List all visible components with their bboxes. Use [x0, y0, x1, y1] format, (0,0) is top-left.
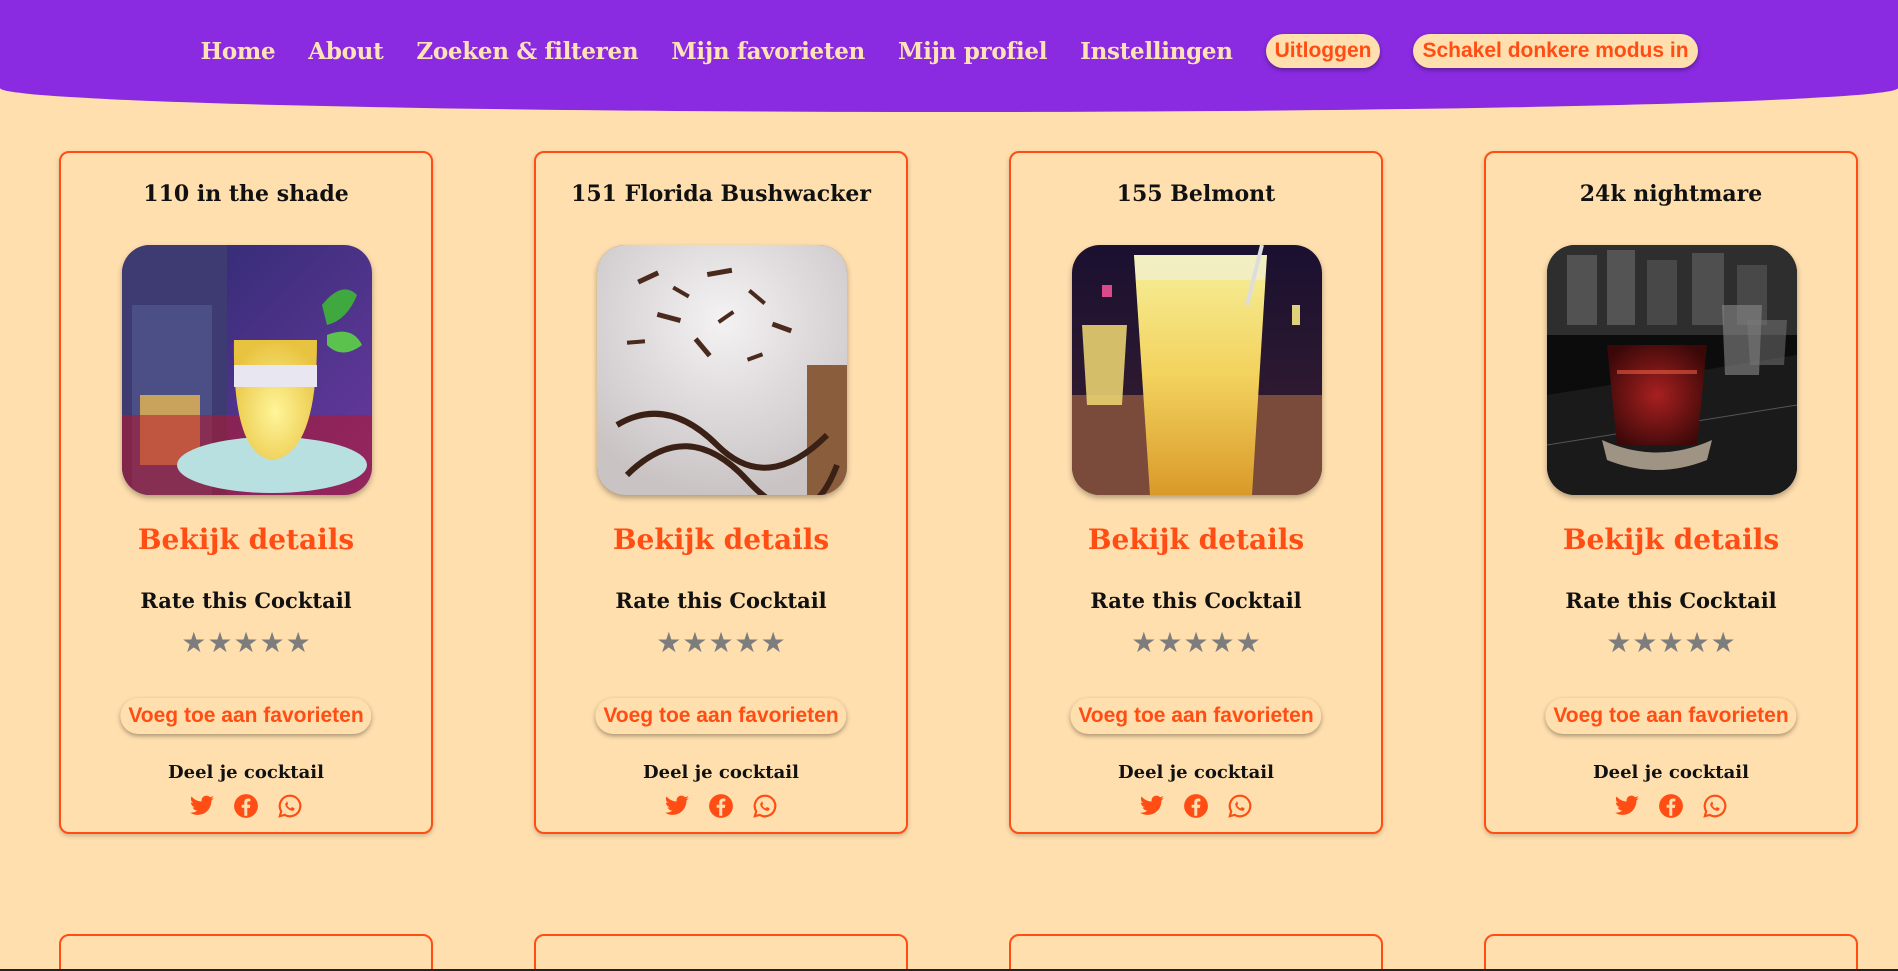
- cocktail-photo-110-in-the-shade: [122, 245, 372, 495]
- dark-mode-toggle-button[interactable]: Schakel donkere modus in: [1413, 34, 1698, 68]
- rate-label: Rate this Cocktail: [1565, 588, 1777, 613]
- view-details-link[interactable]: Bekijk details: [536, 523, 906, 556]
- share-icons: [536, 793, 906, 819]
- nav-favorites-link[interactable]: Mijn favorieten: [671, 38, 865, 65]
- cocktail-card-partial: [1009, 934, 1383, 971]
- nav-search-filter-link[interactable]: Zoeken & filteren: [416, 38, 638, 65]
- cocktail-image[interactable]: [597, 245, 847, 495]
- share-icons: [61, 793, 431, 819]
- cocktail-image[interactable]: [122, 245, 372, 495]
- twitter-icon[interactable]: [189, 793, 215, 819]
- star-icon[interactable]: ★: [181, 629, 206, 657]
- add-to-favorites-button[interactable]: Voeg toe aan favorieten: [1070, 698, 1322, 734]
- cocktail-title: 24k nightmare: [1579, 181, 1763, 207]
- share-icons: [1486, 793, 1856, 819]
- add-to-favorites-button[interactable]: Voeg toe aan favorieten: [120, 698, 372, 734]
- star-icon[interactable]: ★: [207, 629, 232, 657]
- star-icon[interactable]: ★: [656, 629, 681, 657]
- share-label: Deel je cocktail: [168, 762, 324, 783]
- logout-button[interactable]: Uitloggen: [1265, 34, 1381, 68]
- nav-settings-link[interactable]: Instellingen: [1080, 38, 1233, 65]
- cocktail-photo-151-florida-bushwacker: [597, 245, 847, 495]
- share-label: Deel je cocktail: [1593, 762, 1749, 783]
- cocktail-title: 155 Belmont: [1116, 181, 1276, 207]
- star-icon[interactable]: ★: [1606, 629, 1631, 657]
- facebook-icon[interactable]: [233, 793, 259, 819]
- share-label: Deel je cocktail: [1118, 762, 1274, 783]
- star-icon[interactable]: ★: [1210, 629, 1235, 657]
- star-icon[interactable]: ★: [682, 629, 707, 657]
- view-details-link[interactable]: Bekijk details: [1011, 523, 1381, 556]
- star-icon[interactable]: ★: [1632, 629, 1657, 657]
- cocktail-card-partial: [1484, 934, 1858, 971]
- whatsapp-icon[interactable]: [277, 793, 303, 819]
- twitter-icon[interactable]: [664, 793, 690, 819]
- whatsapp-icon[interactable]: [1227, 793, 1253, 819]
- facebook-icon[interactable]: [1658, 793, 1684, 819]
- star-rating: ★ ★ ★ ★ ★: [1011, 629, 1381, 657]
- cocktail-image[interactable]: [1072, 245, 1322, 495]
- rate-label: Rate this Cocktail: [140, 588, 352, 613]
- star-icon[interactable]: ★: [761, 629, 786, 657]
- star-icon[interactable]: ★: [260, 629, 285, 657]
- cocktail-title: 151 Florida Bushwacker: [571, 181, 871, 207]
- facebook-icon[interactable]: [708, 793, 734, 819]
- star-icon[interactable]: ★: [1236, 629, 1261, 657]
- page: Home About Zoeken & filteren Mijn favori…: [0, 0, 1898, 971]
- cocktail-card: 110 in the shade Bekijk details Rate thi…: [59, 151, 433, 834]
- cocktail-card: 24k nightmare Bekijk details Rate this C…: [1484, 151, 1858, 834]
- facebook-icon[interactable]: [1183, 793, 1209, 819]
- twitter-icon[interactable]: [1139, 793, 1165, 819]
- star-icon[interactable]: ★: [233, 629, 258, 657]
- star-icon[interactable]: ★: [1157, 629, 1182, 657]
- nav-profile-link[interactable]: Mijn profiel: [898, 38, 1048, 65]
- star-rating: ★ ★ ★ ★ ★: [61, 629, 431, 657]
- cocktail-image[interactable]: [1547, 245, 1797, 495]
- view-details-link[interactable]: Bekijk details: [1486, 523, 1856, 556]
- add-to-favorites-button[interactable]: Voeg toe aan favorieten: [595, 698, 847, 734]
- cocktail-title: 110 in the shade: [143, 181, 349, 207]
- whatsapp-icon[interactable]: [1702, 793, 1728, 819]
- cocktail-card-partial: [59, 934, 433, 971]
- star-icon[interactable]: ★: [286, 629, 311, 657]
- star-icon[interactable]: ★: [1131, 629, 1156, 657]
- twitter-icon[interactable]: [1614, 793, 1640, 819]
- star-icon[interactable]: ★: [708, 629, 733, 657]
- cocktail-card-partial: [534, 934, 908, 971]
- nav-about-link[interactable]: About: [308, 38, 383, 65]
- cocktail-photo-155-belmont: [1072, 245, 1322, 495]
- star-icon[interactable]: ★: [1183, 629, 1208, 657]
- nav-home-link[interactable]: Home: [200, 38, 275, 65]
- top-navigation-bar: Home About Zoeken & filteren Mijn favori…: [0, 0, 1898, 112]
- star-rating: ★ ★ ★ ★ ★: [1486, 629, 1856, 657]
- view-details-link[interactable]: Bekijk details: [61, 523, 431, 556]
- whatsapp-icon[interactable]: [752, 793, 778, 819]
- add-to-favorites-button[interactable]: Voeg toe aan favorieten: [1545, 698, 1797, 734]
- star-icon[interactable]: ★: [1711, 629, 1736, 657]
- star-rating: ★ ★ ★ ★ ★: [536, 629, 906, 657]
- cocktail-card: 155 Belmont Bekijk details Rate this Coc…: [1009, 151, 1383, 834]
- share-icons: [1011, 793, 1381, 819]
- rate-label: Rate this Cocktail: [1090, 588, 1302, 613]
- star-icon[interactable]: ★: [1658, 629, 1683, 657]
- main-nav: Home About Zoeken & filteren Mijn favori…: [0, 34, 1898, 68]
- star-icon[interactable]: ★: [1685, 629, 1710, 657]
- rate-label: Rate this Cocktail: [615, 588, 827, 613]
- share-label: Deel je cocktail: [643, 762, 799, 783]
- cocktail-card: 151 Florida Bushwacker Bekijk details Ra…: [534, 151, 908, 834]
- cocktail-photo-24k-nightmare: [1547, 245, 1797, 495]
- star-icon[interactable]: ★: [735, 629, 760, 657]
